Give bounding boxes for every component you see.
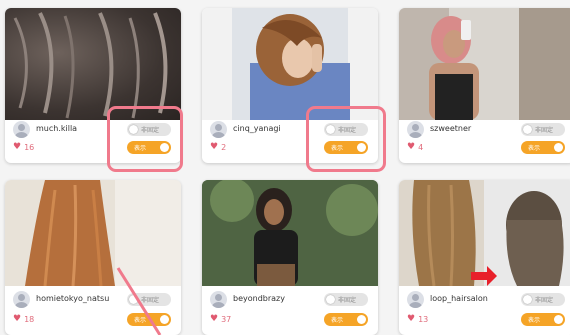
post-card[interactable]: beyondbrazy ♥ 37 非固定 表示	[202, 180, 378, 335]
pin-toggle[interactable]: 非固定	[521, 123, 565, 136]
username[interactable]: szweetner	[430, 124, 471, 133]
toggle-knob	[523, 295, 532, 304]
pin-toggle[interactable]: 非固定	[521, 293, 565, 306]
pin-toggle[interactable]: 非固定	[324, 293, 368, 306]
username[interactable]: homietokyo_natsu	[36, 294, 109, 303]
username[interactable]: beyondbrazy	[233, 294, 285, 303]
post-photo[interactable]	[5, 180, 181, 286]
like-count-value: 13	[418, 315, 429, 324]
avatar	[210, 121, 227, 138]
show-toggle[interactable]: 表示	[324, 313, 368, 326]
toggle-knob	[554, 143, 563, 152]
avatar	[13, 291, 30, 308]
show-toggle[interactable]: 表示	[521, 313, 565, 326]
like-count-value: 2	[221, 143, 227, 152]
post-card[interactable]: loop_hairsalon ♥ 13 非固定 表示	[399, 180, 570, 335]
pin-toggle[interactable]: 非固定	[127, 293, 171, 306]
toggle-knob	[554, 315, 563, 324]
like-count: ♥ 2	[210, 142, 227, 153]
toggle-knob	[523, 125, 532, 134]
avatar	[13, 121, 30, 138]
toggle-knob	[160, 315, 169, 324]
like-count: ♥ 18	[13, 314, 35, 325]
post-photo[interactable]	[5, 8, 181, 120]
show-toggle-label: 表示	[528, 317, 541, 324]
like-count-value: 16	[24, 143, 35, 152]
username[interactable]: loop_hairsalon	[430, 294, 488, 303]
show-toggle[interactable]: 表示	[127, 313, 171, 326]
avatar	[407, 291, 424, 308]
heart-icon: ♥	[407, 142, 416, 152]
show-toggle-label: 表示	[134, 317, 147, 324]
like-count-value: 37	[221, 315, 232, 324]
heart-icon: ♥	[210, 314, 219, 324]
pin-toggle-label: 非固定	[141, 297, 160, 304]
like-count: ♥ 16	[13, 142, 35, 153]
toggle-knob	[357, 315, 366, 324]
toggle-highlight-annotation	[107, 106, 183, 172]
pin-toggle-label: 非固定	[338, 297, 357, 304]
like-count: ♥ 4	[407, 142, 424, 153]
username[interactable]: cinq_yanagi	[233, 124, 281, 133]
like-count: ♥ 37	[210, 314, 232, 325]
post-photo[interactable]	[202, 180, 378, 286]
heart-icon: ♥	[210, 142, 219, 152]
post-photo[interactable]	[202, 8, 378, 120]
like-count: ♥ 13	[407, 314, 429, 325]
show-toggle[interactable]: 表示	[521, 141, 565, 154]
toggle-highlight-annotation	[306, 106, 386, 172]
pin-toggle-label: 非固定	[535, 127, 554, 134]
heart-icon: ♥	[407, 314, 416, 324]
heart-icon: ♥	[13, 142, 22, 152]
toggle-knob	[326, 295, 335, 304]
post-card[interactable]: szweetner ♥ 4 非固定 表示	[399, 8, 570, 163]
heart-icon: ♥	[13, 314, 22, 324]
toggle-knob	[129, 295, 138, 304]
post-photo[interactable]	[399, 180, 570, 286]
show-toggle-label: 表示	[528, 145, 541, 152]
like-count-value: 4	[418, 143, 424, 152]
like-count-value: 18	[24, 315, 35, 324]
post-card[interactable]: homietokyo_natsu ♥ 18 非固定 表示	[5, 180, 181, 335]
pin-toggle-label: 非固定	[535, 297, 554, 304]
username[interactable]: much.killa	[36, 124, 77, 133]
avatar	[407, 121, 424, 138]
post-photo[interactable]	[399, 8, 570, 120]
avatar	[210, 291, 227, 308]
show-toggle-label: 表示	[331, 317, 344, 324]
